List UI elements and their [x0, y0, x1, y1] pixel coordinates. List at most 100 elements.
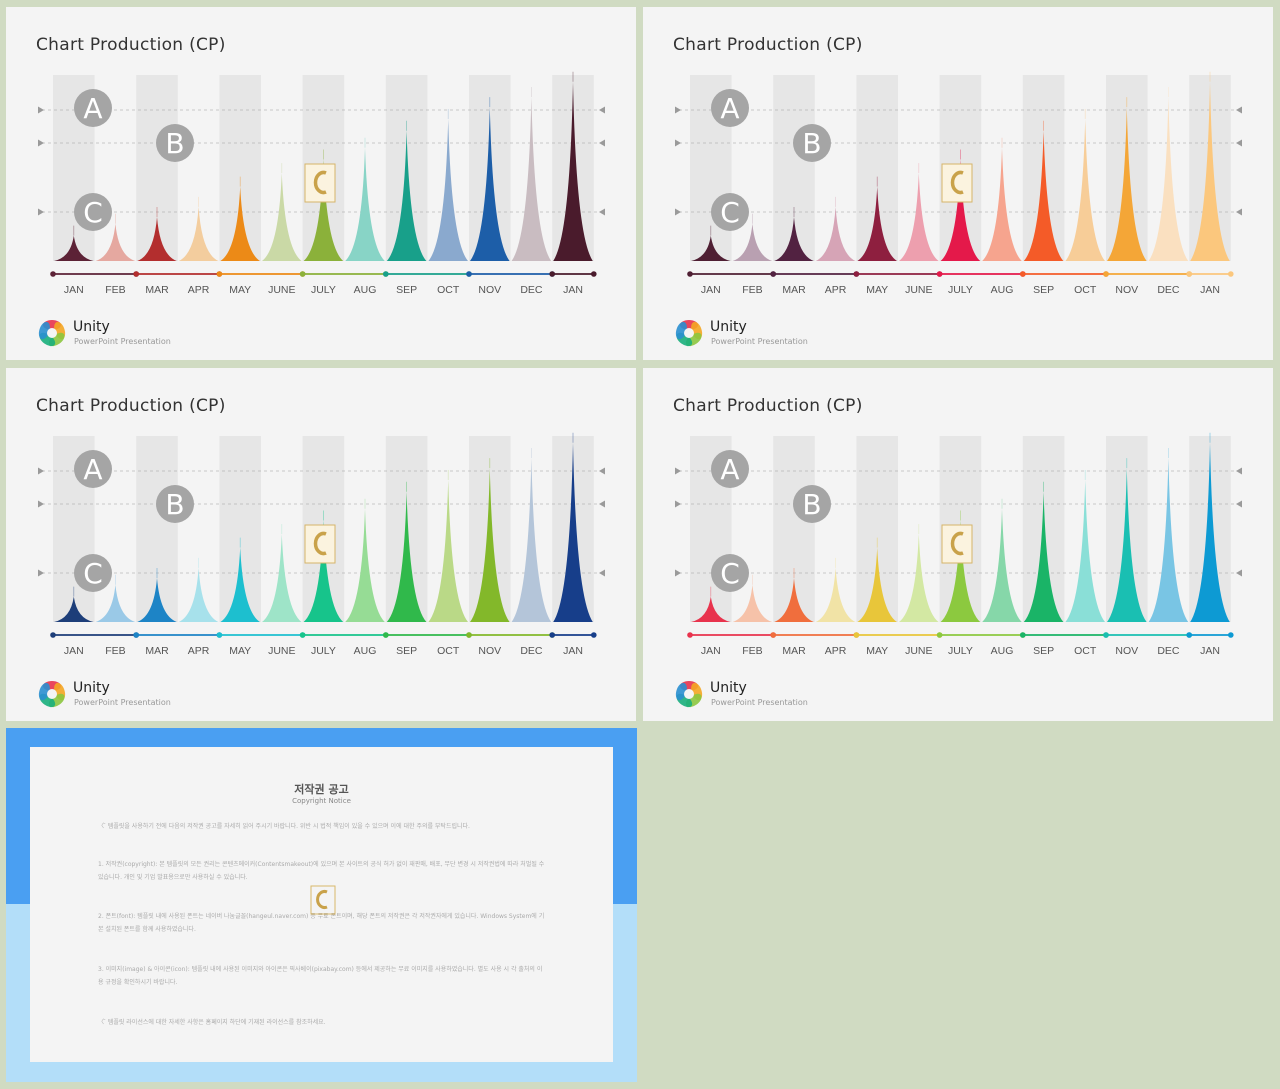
timeline-dot	[383, 632, 389, 638]
guide-arrow-icon	[38, 467, 44, 475]
month-label: FEB	[742, 645, 762, 657]
guide-arrow-icon	[1236, 208, 1242, 216]
chart-peak	[815, 567, 856, 622]
notice-paragraph: 〈 ̄ 템플릿을 사용하기 전에 다음의 저작권 공고를 자세히 읽어 주시기 …	[98, 823, 470, 830]
timeline-dot	[1103, 271, 1109, 277]
chart-peak	[1148, 96, 1189, 262]
month-label: AUG	[991, 284, 1014, 296]
month-label: MAR	[782, 645, 806, 657]
timeline-dot	[770, 271, 776, 277]
timeline-dot	[591, 271, 597, 277]
slide-3[interactable]: Chart Production (CP) JAN FEB MAR APR MAY JUN…	[6, 368, 636, 721]
month-label: FEB	[742, 284, 762, 296]
marker-label: B	[802, 127, 821, 160]
timeline-dot	[1103, 632, 1109, 638]
month-label: DEC	[1157, 645, 1180, 657]
chart-peak	[982, 508, 1022, 622]
guide-arrow-icon	[675, 500, 681, 508]
copyright-slide[interactable]: 저작권 공고 Copyright Notice 〈 ̄ 템플릿을 사용하기 전에…	[6, 728, 637, 1082]
month-label: MAY	[866, 284, 888, 296]
unity-logo-icon	[675, 681, 703, 708]
timeline-dot	[50, 271, 56, 277]
chart-peak	[1065, 118, 1105, 261]
month-label: MAR	[145, 645, 169, 657]
slide-1[interactable]: Chart Production (CP) JAN FEB MAR APR MAY JUN…	[6, 7, 636, 360]
month-label: OCT	[437, 645, 460, 657]
chart-peak	[899, 173, 939, 261]
brand-subtitle: PowerPoint Presentation	[74, 337, 171, 346]
timeline-dot	[466, 632, 472, 638]
month-label: NOV	[478, 284, 501, 296]
chart-peak	[262, 534, 302, 622]
brand-subtitle: PowerPoint Presentation	[711, 698, 808, 707]
guide-arrow-icon	[1236, 467, 1242, 475]
watermark-logo-icon	[304, 524, 336, 564]
month-label: MAY	[866, 645, 888, 657]
watermark-logo-icon	[941, 163, 973, 203]
chart-peak	[345, 147, 385, 261]
month-label: FEB	[105, 645, 125, 657]
month-label: APR	[825, 645, 847, 657]
timeline-dot	[216, 632, 223, 638]
guide-arrow-icon	[675, 208, 681, 216]
unity-logo-icon	[38, 681, 66, 708]
timeline-dot	[853, 632, 860, 638]
timeline-dot	[936, 632, 943, 638]
timeline-dot	[1228, 632, 1234, 638]
watermark-logo-icon	[304, 163, 336, 203]
notice-page: 저작권 공고 Copyright Notice 〈 ̄ 템플릿을 사용하기 전에…	[30, 747, 613, 1062]
marker-label: C	[720, 557, 740, 590]
guide-arrow-icon	[38, 139, 44, 147]
guide-arrow-icon	[1236, 569, 1242, 577]
month-label: SEP	[396, 284, 417, 296]
unity-logo-icon	[675, 320, 703, 347]
month-label: FEB	[105, 284, 125, 296]
guide-arrow-icon	[675, 569, 681, 577]
marker-label: B	[165, 127, 184, 160]
notice-title: 저작권 공고	[294, 783, 349, 796]
month-label: JULY	[311, 645, 336, 657]
chart-peak	[732, 584, 773, 622]
month-label: DEC	[1157, 284, 1180, 296]
month-label: JAN	[1200, 645, 1220, 657]
guide-arrow-icon	[1236, 500, 1242, 508]
month-label: JAN	[64, 645, 84, 657]
notice-paragraph: 3. 이미지(image) & 아이콘(icon): 템플릿 내에 사용된 이미…	[98, 966, 543, 986]
month-label: JAN	[563, 645, 583, 657]
timeline-dot	[936, 271, 943, 277]
month-label: AUG	[354, 284, 377, 296]
marker-label: C	[83, 196, 103, 229]
chart-peak	[732, 223, 773, 261]
guide-arrow-icon	[599, 569, 605, 577]
timeline-dot	[466, 271, 472, 277]
timeline-dot	[853, 271, 860, 277]
timeline-dot	[549, 632, 555, 638]
brand-name: Unity	[73, 319, 110, 335]
month-label: NOV	[1115, 284, 1138, 296]
month-label: OCT	[437, 284, 460, 296]
slide-2[interactable]: Chart Production (CP) JAN FEB MAR APR MAY JUN…	[643, 7, 1273, 360]
guide-arrow-icon	[599, 208, 605, 216]
chart-peak	[345, 508, 385, 622]
marker-label: B	[165, 488, 184, 521]
timeline-dot	[1228, 271, 1234, 277]
month-label: SEP	[1033, 284, 1054, 296]
guide-arrow-icon	[1236, 106, 1242, 114]
peak-chart: JAN FEB MAR APR MAY JUNE JULY AUG SEP OCT NOV DEC JA…	[675, 432, 1242, 657]
chart-peak	[1148, 457, 1189, 622]
month-label: JUNE	[905, 284, 932, 296]
chart-peak	[428, 479, 468, 622]
guide-arrow-icon	[38, 569, 44, 577]
month-label: MAY	[229, 645, 251, 657]
notice-paragraph: 〈 ̄ 템플릿 라이선스에 대한 자세한 사항은 홈페이지 하단에 기재된 라이…	[98, 1019, 326, 1026]
month-label: AUG	[354, 645, 377, 657]
month-label: JAN	[701, 645, 721, 657]
chart-peak	[428, 118, 468, 261]
month-label: DEC	[520, 284, 543, 296]
guide-arrow-icon	[675, 139, 681, 147]
slide-4[interactable]: Chart Production (CP) JAN FEB MAR APR MAY JUN…	[643, 368, 1273, 721]
timeline-dot	[383, 271, 389, 277]
month-label: SEP	[396, 645, 417, 657]
timeline-dot	[1020, 271, 1026, 277]
timeline-dot	[549, 271, 555, 277]
